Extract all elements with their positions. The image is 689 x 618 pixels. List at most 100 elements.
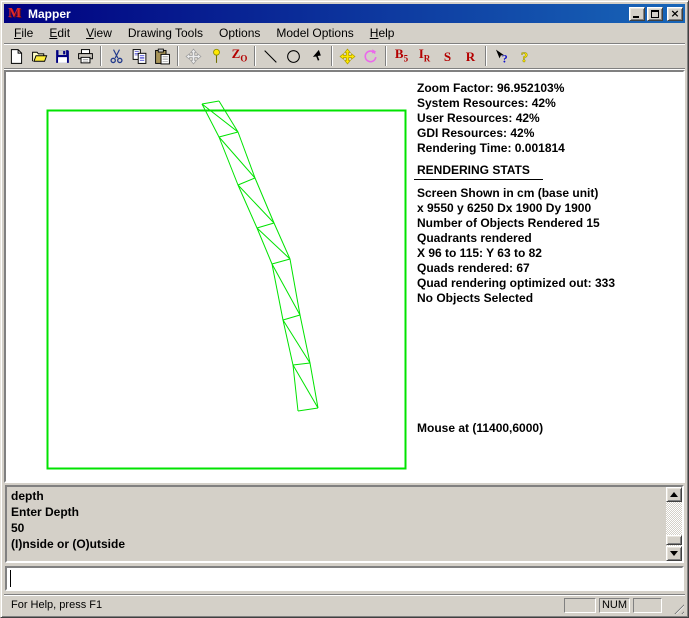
toolbar-new-document-button[interactable] — [5, 45, 28, 67]
command-input[interactable] — [7, 568, 682, 589]
toolbar-separator — [331, 46, 333, 66]
b5-tool-icon: B5 — [395, 45, 408, 68]
toolbar-r-tool-button[interactable]: R — [459, 45, 482, 67]
toolbar-context-help-button[interactable]: ? — [490, 45, 513, 67]
minimize-button[interactable] — [629, 7, 645, 21]
maximize-button[interactable] — [647, 7, 663, 21]
history-scrollbar[interactable] — [666, 487, 682, 561]
open-icon — [31, 48, 48, 65]
status-panel-2 — [633, 598, 662, 613]
svg-text:?: ? — [521, 49, 528, 64]
menu-drawing-tools[interactable]: Drawing Tools — [120, 24, 211, 42]
menu-options[interactable]: Options — [211, 24, 268, 42]
stats-line: Quad rendering optimized out: 333 — [417, 276, 685, 291]
toolbar-open-button[interactable] — [28, 45, 51, 67]
history-line: 50 — [11, 520, 662, 536]
app-window: M Mapper × FileEditViewDrawing ToolsOpti… — [0, 0, 689, 618]
toolbar-cut-button[interactable] — [105, 45, 128, 67]
title-bar[interactable]: M Mapper × — [4, 4, 685, 23]
stats-line: Quads rendered: 67 — [417, 261, 685, 276]
status-bar: For Help, press F1 NUM — [4, 594, 685, 614]
history-line: depth — [11, 488, 662, 504]
toolbar-s-tool-button[interactable]: S — [436, 45, 459, 67]
copy-icon — [131, 48, 148, 65]
status-panel-num: NUM — [599, 598, 630, 613]
toolbar-save-button[interactable] — [51, 45, 74, 67]
toolbar-b5-tool-button[interactable]: B5 — [390, 45, 413, 67]
toolbar-pin-button[interactable] — [205, 45, 228, 67]
arrow-down-icon — [670, 551, 678, 556]
stats-line: x 9550 y 6250 Dx 1900 Dy 1900 — [417, 201, 685, 216]
drawing-client-area[interactable]: Zoom Factor: 96.952103%System Resources:… — [4, 70, 685, 483]
rendering-stats-list: Screen Shown in cm (base unit)x 9550 y 6… — [417, 186, 685, 306]
close-button[interactable]: × — [667, 7, 683, 21]
r-tool-icon: R — [466, 48, 475, 65]
stats-line: User Resources: 42% — [417, 111, 685, 126]
s-tool-icon: S — [444, 48, 451, 65]
app-icon: M — [8, 6, 24, 21]
toolbar-separator — [385, 46, 387, 66]
mouse-position-readout: Mouse at (11400,6000) — [417, 421, 543, 435]
command-history-list: depthEnter Depth50(I)nside or (O)utside — [11, 488, 662, 552]
line-tool-icon — [262, 48, 279, 65]
rotate-icon — [362, 48, 379, 65]
toolbar-separator — [100, 46, 102, 66]
ir-tool-icon: IR — [419, 45, 431, 68]
toolbar-line-tool-button[interactable] — [259, 45, 282, 67]
select-pointer-icon — [308, 48, 325, 65]
menu-help[interactable]: Help — [362, 24, 403, 42]
resize-grip[interactable] — [670, 600, 684, 614]
stats-line: Number of Objects Rendered 15 — [417, 216, 685, 231]
cut-icon — [108, 48, 125, 65]
menu-bar: FileEditViewDrawing ToolsOptionsModel Op… — [4, 23, 685, 43]
toolbar-help-button[interactable]: ? — [513, 45, 536, 67]
toolbar-separator — [177, 46, 179, 66]
stats-line: Rendering Time: 0.001814 — [417, 141, 685, 156]
toolbar-separator — [254, 46, 256, 66]
command-input-box[interactable] — [5, 566, 684, 591]
status-panel-1 — [564, 598, 596, 613]
context-help-icon: ? — [493, 48, 510, 65]
toolbar-paste-button[interactable] — [151, 45, 174, 67]
minimize-icon — [633, 16, 639, 18]
circle-tool-icon — [285, 48, 302, 65]
system-stats-list: Zoom Factor: 96.952103%System Resources:… — [417, 81, 685, 156]
pin-icon — [208, 48, 225, 65]
menu-edit[interactable]: Edit — [41, 24, 78, 42]
stats-line: Quadrants rendered — [417, 231, 685, 246]
toolbar: ZO B5 IR SR?? — [4, 43, 685, 69]
toolbar-separator — [485, 46, 487, 66]
scrollbar-thumb[interactable] — [666, 535, 682, 545]
toolbar-pan-button[interactable] — [182, 45, 205, 67]
zoom-object-icon: ZO — [232, 45, 248, 68]
boundary-rect — [48, 111, 406, 469]
scroll-down-button[interactable] — [666, 546, 682, 561]
history-line: (I)nside or (O)utside — [11, 536, 662, 552]
stats-line: System Resources: 42% — [417, 96, 685, 111]
toolbar-print-button[interactable] — [74, 45, 97, 67]
menu-file[interactable]: File — [6, 24, 41, 42]
toolbar-circle-tool-button[interactable] — [282, 45, 305, 67]
new-document-icon — [8, 48, 25, 65]
arrow-up-icon — [670, 492, 678, 497]
text-caret — [10, 570, 11, 587]
truss-object — [202, 101, 318, 411]
command-history-box[interactable]: depthEnter Depth50(I)nside or (O)utside — [5, 485, 684, 563]
toolbar-select-pointer-button[interactable] — [305, 45, 328, 67]
save-icon — [54, 48, 71, 65]
toolbar-move-button[interactable] — [336, 45, 359, 67]
menu-view[interactable]: View — [78, 24, 120, 42]
print-icon — [77, 48, 94, 65]
toolbar-zoom-object-button[interactable]: ZO — [228, 45, 251, 67]
close-icon: × — [668, 8, 682, 20]
toolbar-ir-tool-button[interactable]: IR — [413, 45, 436, 67]
stats-line: X 96 to 115: Y 63 to 82 — [417, 246, 685, 261]
scroll-up-button[interactable] — [666, 487, 682, 502]
menu-model-options[interactable]: Model Options — [268, 24, 361, 42]
stats-panel: Zoom Factor: 96.952103%System Resources:… — [417, 81, 685, 306]
toolbar-copy-button[interactable] — [128, 45, 151, 67]
stats-line: Screen Shown in cm (base unit) — [417, 186, 685, 201]
move-icon — [339, 48, 356, 65]
toolbar-rotate-button[interactable] — [359, 45, 382, 67]
stats-line: GDI Resources: 42% — [417, 126, 685, 141]
